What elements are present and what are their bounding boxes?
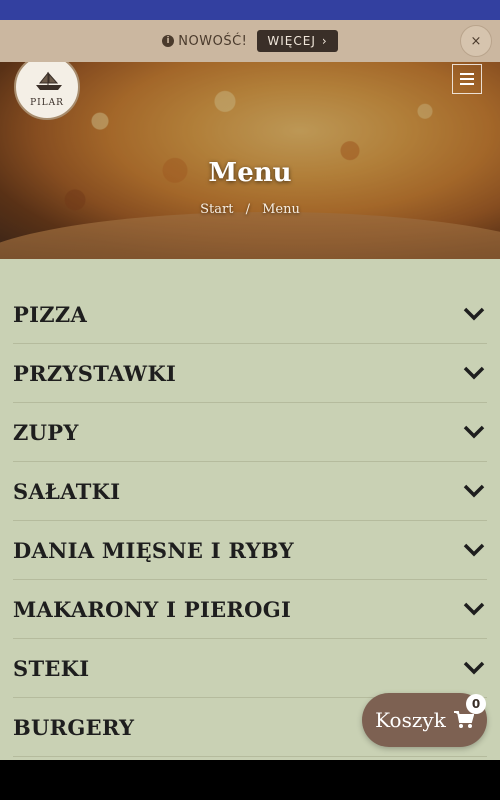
- hamburger-menu-button[interactable]: [452, 64, 482, 94]
- announcement-label: NOWOŚĆ!: [178, 33, 248, 49]
- chevron-down-icon: [463, 661, 485, 675]
- breadcrumb: Start / Menu: [0, 202, 500, 217]
- menu-category-list: PIZZA PRZYSTAWKI ZUPY SAŁATKI DANIA MIĘS…: [0, 259, 500, 760]
- category-makarony-i-pierogi[interactable]: MAKARONY I PIEROGI: [13, 580, 487, 639]
- category-label: DANIA MIĘSNE I RYBY: [13, 537, 294, 563]
- close-icon: ×: [470, 33, 482, 49]
- category-steki[interactable]: STEKI: [13, 639, 487, 698]
- category-pizza[interactable]: PIZZA: [13, 285, 487, 344]
- logo-text: PILAR: [30, 98, 64, 108]
- more-button-label: WIĘCEJ: [267, 34, 316, 48]
- breadcrumb-separator: /: [245, 202, 250, 217]
- category-label: BURGERY: [13, 714, 135, 740]
- close-announcement-button[interactable]: ×: [460, 25, 492, 57]
- chevron-right-icon: ›: [321, 34, 328, 48]
- category-salatki[interactable]: SAŁATKI: [13, 462, 487, 521]
- more-button[interactable]: WIĘCEJ ›: [257, 30, 338, 52]
- category-label: ZUPY: [13, 419, 79, 445]
- category-label: MAKARONY I PIEROGI: [13, 596, 292, 622]
- chevron-down-icon: [463, 602, 485, 616]
- chevron-down-icon: [463, 307, 485, 321]
- cart-count-badge: 0: [466, 694, 486, 714]
- chevron-down-icon: [463, 484, 485, 498]
- announcement-text: i NOWOŚĆ!: [162, 34, 247, 49]
- hamburger-icon: [460, 73, 474, 75]
- cart-icon: [453, 711, 474, 728]
- status-bar: [0, 0, 500, 20]
- info-icon: i: [162, 35, 175, 47]
- page-title: Menu: [208, 158, 292, 188]
- cart-label: Koszyk: [375, 708, 446, 732]
- chevron-down-icon: [463, 366, 485, 380]
- chevron-down-icon: [463, 543, 485, 557]
- breadcrumb-home-link[interactable]: Start: [200, 202, 233, 217]
- category-przystawki[interactable]: PRZYSTAWKI: [13, 344, 487, 403]
- category-zupy[interactable]: ZUPY: [13, 403, 487, 462]
- chevron-down-icon: [463, 425, 485, 439]
- category-label: PIZZA: [13, 301, 88, 327]
- breadcrumb-current: Menu: [262, 202, 300, 217]
- category-label: PRZYSTAWKI: [13, 360, 177, 386]
- hero-banner: PILAR Menu Start / Menu: [0, 62, 500, 259]
- navigation-bar: [0, 760, 500, 800]
- category-label: STEKI: [13, 655, 90, 681]
- category-label: SAŁATKI: [13, 478, 121, 504]
- announcement-bar: i NOWOŚĆ! WIĘCEJ › ×: [0, 20, 500, 62]
- ship-icon: [36, 71, 62, 90]
- category-dania-miesne-i-ryby[interactable]: DANIA MIĘSNE I RYBY: [13, 521, 487, 580]
